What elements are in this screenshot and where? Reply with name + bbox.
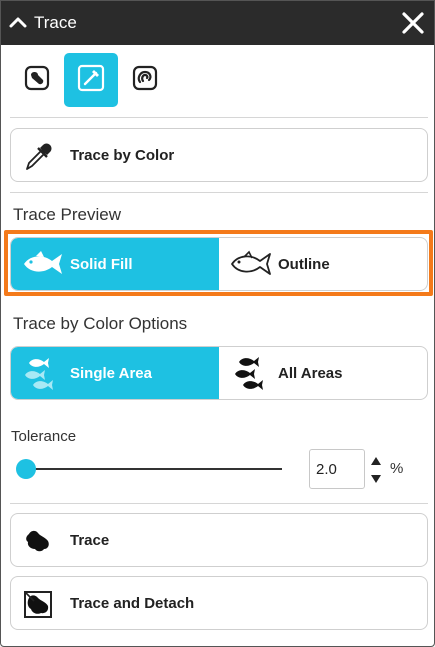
fish-single-icon — [21, 356, 67, 390]
color-options-toggle: Single Area All Areas — [10, 346, 428, 400]
trace-by-color-label: Trace by Color — [70, 147, 175, 164]
close-icon[interactable] — [400, 10, 426, 36]
divider — [10, 192, 428, 193]
all-areas-option[interactable]: All Areas — [219, 347, 427, 399]
tolerance-spinner[interactable] — [370, 455, 382, 485]
color-picker-icon — [75, 62, 107, 99]
chevron-up-icon[interactable] — [7, 11, 29, 33]
fish-school-icon — [229, 356, 275, 390]
trace-detach-icon — [21, 587, 55, 621]
trace-label: Trace — [70, 532, 110, 549]
panel-titlebar: Trace — [1, 1, 434, 45]
tolerance-unit: % — [390, 460, 404, 477]
divider — [10, 503, 428, 504]
shape-trace-icon — [22, 63, 52, 98]
trace-by-color-button[interactable]: Trace by Color — [10, 128, 428, 182]
spin-down-icon — [371, 475, 381, 483]
tolerance-input[interactable] — [309, 449, 365, 489]
trace-panel: Trace Trace by Color Trace Preview Solid… — [0, 0, 435, 647]
magnet-trace-icon — [130, 63, 160, 98]
trace-shape-icon — [21, 524, 55, 558]
single-area-option[interactable]: Single Area — [11, 347, 219, 399]
divider — [10, 117, 428, 118]
trace-and-detach-label: Trace and Detach — [70, 595, 195, 612]
selection-highlight — [4, 230, 433, 296]
all-areas-label: All Areas — [278, 365, 343, 382]
shape-trace-button[interactable] — [10, 53, 64, 107]
tolerance-slider-thumb[interactable] — [16, 459, 37, 479]
panel-title: Trace — [34, 13, 77, 32]
trace-button[interactable]: Trace — [10, 513, 428, 567]
spin-up-icon — [371, 457, 381, 465]
color-trace-button[interactable] — [64, 53, 118, 107]
single-area-label: Single Area — [70, 365, 152, 382]
eyedropper-icon — [21, 139, 55, 173]
magnet-trace-button[interactable] — [118, 53, 172, 107]
color-options-heading: Trace by Color Options — [13, 314, 188, 333]
trace-preview-heading: Trace Preview — [13, 205, 122, 224]
trace-and-detach-button[interactable]: Trace and Detach — [10, 576, 428, 630]
tolerance-slider-track[interactable] — [21, 468, 282, 470]
tolerance-label: Tolerance — [11, 428, 77, 445]
